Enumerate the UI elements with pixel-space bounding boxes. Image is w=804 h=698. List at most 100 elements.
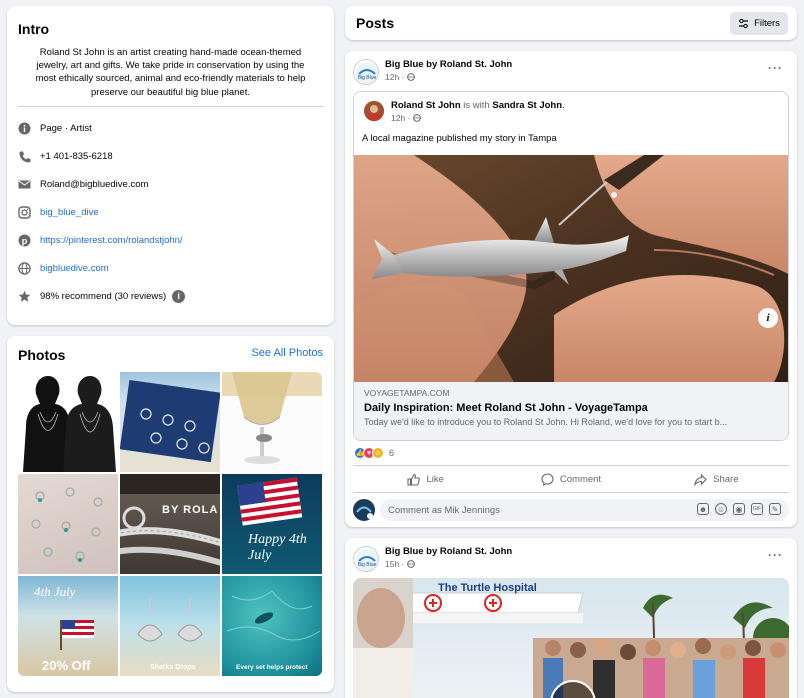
- instagram-link[interactable]: big_blue_dive: [40, 207, 99, 218]
- comment-composer: Comment as Mik Jennings ☻ ☺ ◉ GIF ✎: [353, 499, 789, 521]
- intro-card: Intro Roland St John is an artist creati…: [7, 6, 334, 325]
- photo-overlay-text: 4th July: [34, 584, 76, 599]
- posts-title: Posts: [356, 15, 395, 31]
- sticker-icon[interactable]: ✎: [769, 503, 781, 515]
- share-button[interactable]: Share: [644, 466, 789, 492]
- info-icon: [18, 122, 31, 135]
- reaction-summary[interactable]: 👍 ♥ ☺ 6: [354, 447, 394, 459]
- emoji-icon[interactable]: ☺: [715, 503, 727, 515]
- photo-thumbnail[interactable]: [222, 372, 322, 472]
- reaction-count: 6: [389, 448, 395, 458]
- shared-author-avatar[interactable]: [364, 101, 384, 121]
- globe-icon: [18, 261, 31, 275]
- shared-timestamp[interactable]: 12h ·: [391, 113, 421, 123]
- detail-category: Page · Artist: [18, 119, 92, 137]
- pinterest-link[interactable]: https://pinterest.com/rolandstjohn/: [40, 235, 183, 246]
- detail-website[interactable]: bigbluedive.com: [18, 259, 109, 277]
- link-info-icon[interactable]: i: [758, 308, 778, 328]
- website-link[interactable]: bigbluedive.com: [40, 263, 109, 274]
- post-video[interactable]: The Turtle Hospital: [353, 578, 789, 698]
- shared-post[interactable]: Roland St John is with Sandra St John. 1…: [353, 91, 789, 441]
- post-timestamp[interactable]: 12h ·: [385, 72, 415, 82]
- svg-text:Big Blue: Big Blue: [358, 562, 377, 568]
- photo-thumbnail[interactable]: 4th July 20% Off: [18, 576, 118, 676]
- shared-author[interactable]: Roland St John: [391, 100, 461, 111]
- star-icon: [18, 290, 31, 303]
- detail-email[interactable]: Roland@bigbluedive.com: [18, 175, 148, 193]
- thumbs-up-icon: [407, 473, 421, 486]
- detail-phone: +1 401-835-6218: [18, 147, 113, 165]
- pinterest-icon: p: [18, 234, 31, 247]
- comment-icon: [541, 472, 554, 486]
- globe-icon: [406, 73, 415, 81]
- detail-phone-text: +1 401-835-6218: [40, 150, 113, 162]
- photo-thumbnail[interactable]: Every set helps protect: [222, 576, 322, 676]
- detail-instagram[interactable]: big_blue_dive: [18, 203, 99, 221]
- post-actions: Like Comment Share: [353, 465, 789, 493]
- avatar-sticker-icon[interactable]: ☻: [697, 503, 709, 515]
- commenter-avatar[interactable]: [353, 499, 375, 521]
- photos-title: Photos: [18, 347, 66, 363]
- globe-icon: [412, 114, 421, 122]
- page-avatar[interactable]: Big Blue: [353, 59, 379, 85]
- page-avatar[interactable]: Big Blue: [353, 546, 379, 572]
- filters-button[interactable]: Filters: [730, 12, 788, 35]
- like-button[interactable]: Like: [353, 466, 498, 492]
- phone-icon: [18, 150, 31, 163]
- post-author[interactable]: Big Blue by Roland St. John: [385, 59, 512, 70]
- photo-overlay-text: BY ROLA: [162, 504, 219, 516]
- camera-icon[interactable]: ◉: [733, 503, 745, 515]
- instagram-icon: [18, 205, 31, 219]
- photo-thumbnail[interactable]: Sharks Drops: [120, 576, 220, 676]
- link-domain: VOYAGETAMPA.COM: [364, 388, 450, 398]
- post-card: Big Blue Big Blue by Roland St. John 12h…: [345, 51, 797, 527]
- photo-overlay-text: Happy 4th July: [248, 532, 307, 563]
- photo-thumbnail[interactable]: Happy 4th July: [222, 474, 322, 574]
- share-icon: [694, 473, 707, 486]
- post-author[interactable]: Big Blue by Roland St. John: [385, 546, 512, 557]
- photo-thumbnail[interactable]: [120, 372, 220, 472]
- post-timestamp[interactable]: 15h ·: [385, 559, 415, 569]
- intro-title: Intro: [18, 21, 50, 37]
- see-all-photos-link[interactable]: See All Photos: [251, 347, 323, 359]
- comment-tools: ☻ ☺ ◉ GIF ✎: [697, 503, 781, 515]
- filters-icon: [739, 18, 749, 29]
- reviews-info-icon[interactable]: i: [172, 289, 186, 303]
- photo-thumbnail[interactable]: [18, 372, 118, 472]
- photos-card: Photos See All Photos BY ROLA Happy 4th …: [7, 336, 334, 692]
- detail-email-text[interactable]: Roland@bigbluedive.com: [40, 179, 148, 190]
- photo-thumbnail[interactable]: BY ROLA: [120, 474, 220, 574]
- link-description: Today we'd like to introduce you to Rola…: [364, 417, 728, 427]
- photo-overlay-text: Every set helps protect: [236, 664, 308, 671]
- link-title[interactable]: Daily Inspiration: Meet Roland St John -…: [364, 402, 648, 414]
- detail-reviews: 98% recommend (30 reviews) i: [18, 287, 186, 305]
- detail-reviews-text: 98% recommend (30 reviews): [40, 290, 167, 302]
- photo-overlay-text: 20% Off: [42, 658, 91, 673]
- email-icon: [18, 178, 31, 191]
- svg-text:p: p: [22, 236, 28, 246]
- photo-overlay-text: Sharks Drops: [150, 664, 196, 671]
- filters-label: Filters: [754, 18, 780, 29]
- link-preview-info[interactable]: VOYAGETAMPA.COM Daily Inspiration: Meet …: [354, 382, 788, 440]
- tagged-person[interactable]: Sandra St John: [492, 100, 562, 111]
- comment-button[interactable]: Comment: [498, 466, 643, 492]
- intro-divider: [18, 106, 323, 107]
- post-card: Big Blue Big Blue by Roland St. John 15h…: [345, 538, 797, 698]
- intro-bio: Roland St John is an artist creating han…: [35, 47, 306, 98]
- care-reaction-icon: ☺: [372, 447, 384, 459]
- detail-pinterest[interactable]: p https://pinterest.com/rolandstjohn/: [18, 231, 183, 249]
- link-preview-image[interactable]: [354, 155, 788, 382]
- detail-category-text: Page · Artist: [40, 122, 92, 134]
- photo-thumbnail[interactable]: [18, 474, 118, 574]
- comment-input[interactable]: Comment as Mik Jennings ☻ ☺ ◉ GIF ✎: [380, 499, 789, 521]
- more-options-icon[interactable]: ···: [768, 61, 783, 75]
- globe-icon: [406, 560, 415, 568]
- video-banner-text: The Turtle Hospital: [438, 582, 537, 594]
- shared-author-line: Roland St John is with Sandra St John.: [391, 100, 565, 111]
- shared-post-text: A local magazine published my story in T…: [362, 133, 557, 144]
- gif-icon[interactable]: GIF: [751, 503, 763, 515]
- more-options-icon[interactable]: ···: [768, 548, 783, 562]
- svg-text:Big Blue: Big Blue: [358, 75, 377, 81]
- photos-grid: BY ROLA Happy 4th July 4th July 20% Off …: [18, 372, 323, 676]
- posts-header: Posts Filters: [345, 6, 797, 40]
